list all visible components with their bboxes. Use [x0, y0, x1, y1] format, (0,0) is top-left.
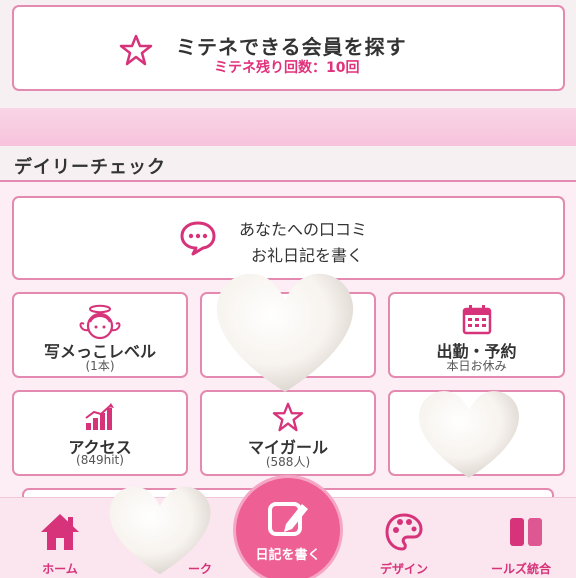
decorative-band	[0, 108, 576, 146]
review-line-1: あなたへの口コミ	[239, 220, 368, 239]
shift-reservation-tile[interactable]: 出勤・予約 本日お休み	[388, 292, 565, 378]
bar-chart-icon	[84, 402, 116, 436]
write-diary-label: 日記を書く	[255, 548, 321, 563]
tab-home[interactable]: ホーム	[10, 506, 110, 576]
star-icon	[272, 402, 304, 436]
mitene-title: ミテネできる会員を探す	[176, 35, 407, 59]
photo-level-tile[interactable]: 写メっこレベル (1本)	[12, 292, 188, 378]
search-mitene-members-button[interactable]: ミテネできる会員を探す ミテネ残り回数：10回	[12, 5, 565, 91]
heart-decoration-icon	[216, 273, 354, 392]
tab-girls-merge[interactable]: ールズ統合	[476, 506, 576, 576]
mitene-remaining-count: ミテネ残り回数：10回	[214, 60, 360, 76]
pencil-note-icon	[266, 498, 310, 544]
merge-icon	[506, 512, 546, 556]
heart-decoration-icon	[109, 486, 211, 575]
star-icon	[119, 33, 153, 67]
chat-bubble-icon	[179, 220, 217, 256]
heart-decoration-icon	[419, 391, 519, 478]
calendar-icon	[461, 304, 493, 340]
write-diary-button[interactable]: 日記を書く	[236, 478, 340, 578]
home-icon	[39, 512, 81, 556]
daily-check-heading: デイリーチェック	[14, 157, 166, 178]
tile-sub: (849hit)	[76, 453, 124, 467]
tab-label: ホーム	[42, 562, 78, 576]
daily-check-header: デイリーチェック	[0, 146, 576, 182]
tile-sub: (588人)	[265, 455, 311, 469]
access-tile[interactable]: アクセス (849hit)	[12, 390, 188, 476]
tile-sub: (1本)	[85, 359, 115, 373]
tab-label: ールズ統合	[490, 562, 551, 576]
palette-icon	[384, 512, 424, 556]
my-girl-tile[interactable]: マイガール (588人)	[200, 390, 376, 476]
tab-design[interactable]: デザイン	[354, 506, 454, 576]
tile-sub: 本日お休み	[446, 359, 507, 373]
tab-label: デザイン	[379, 562, 428, 576]
